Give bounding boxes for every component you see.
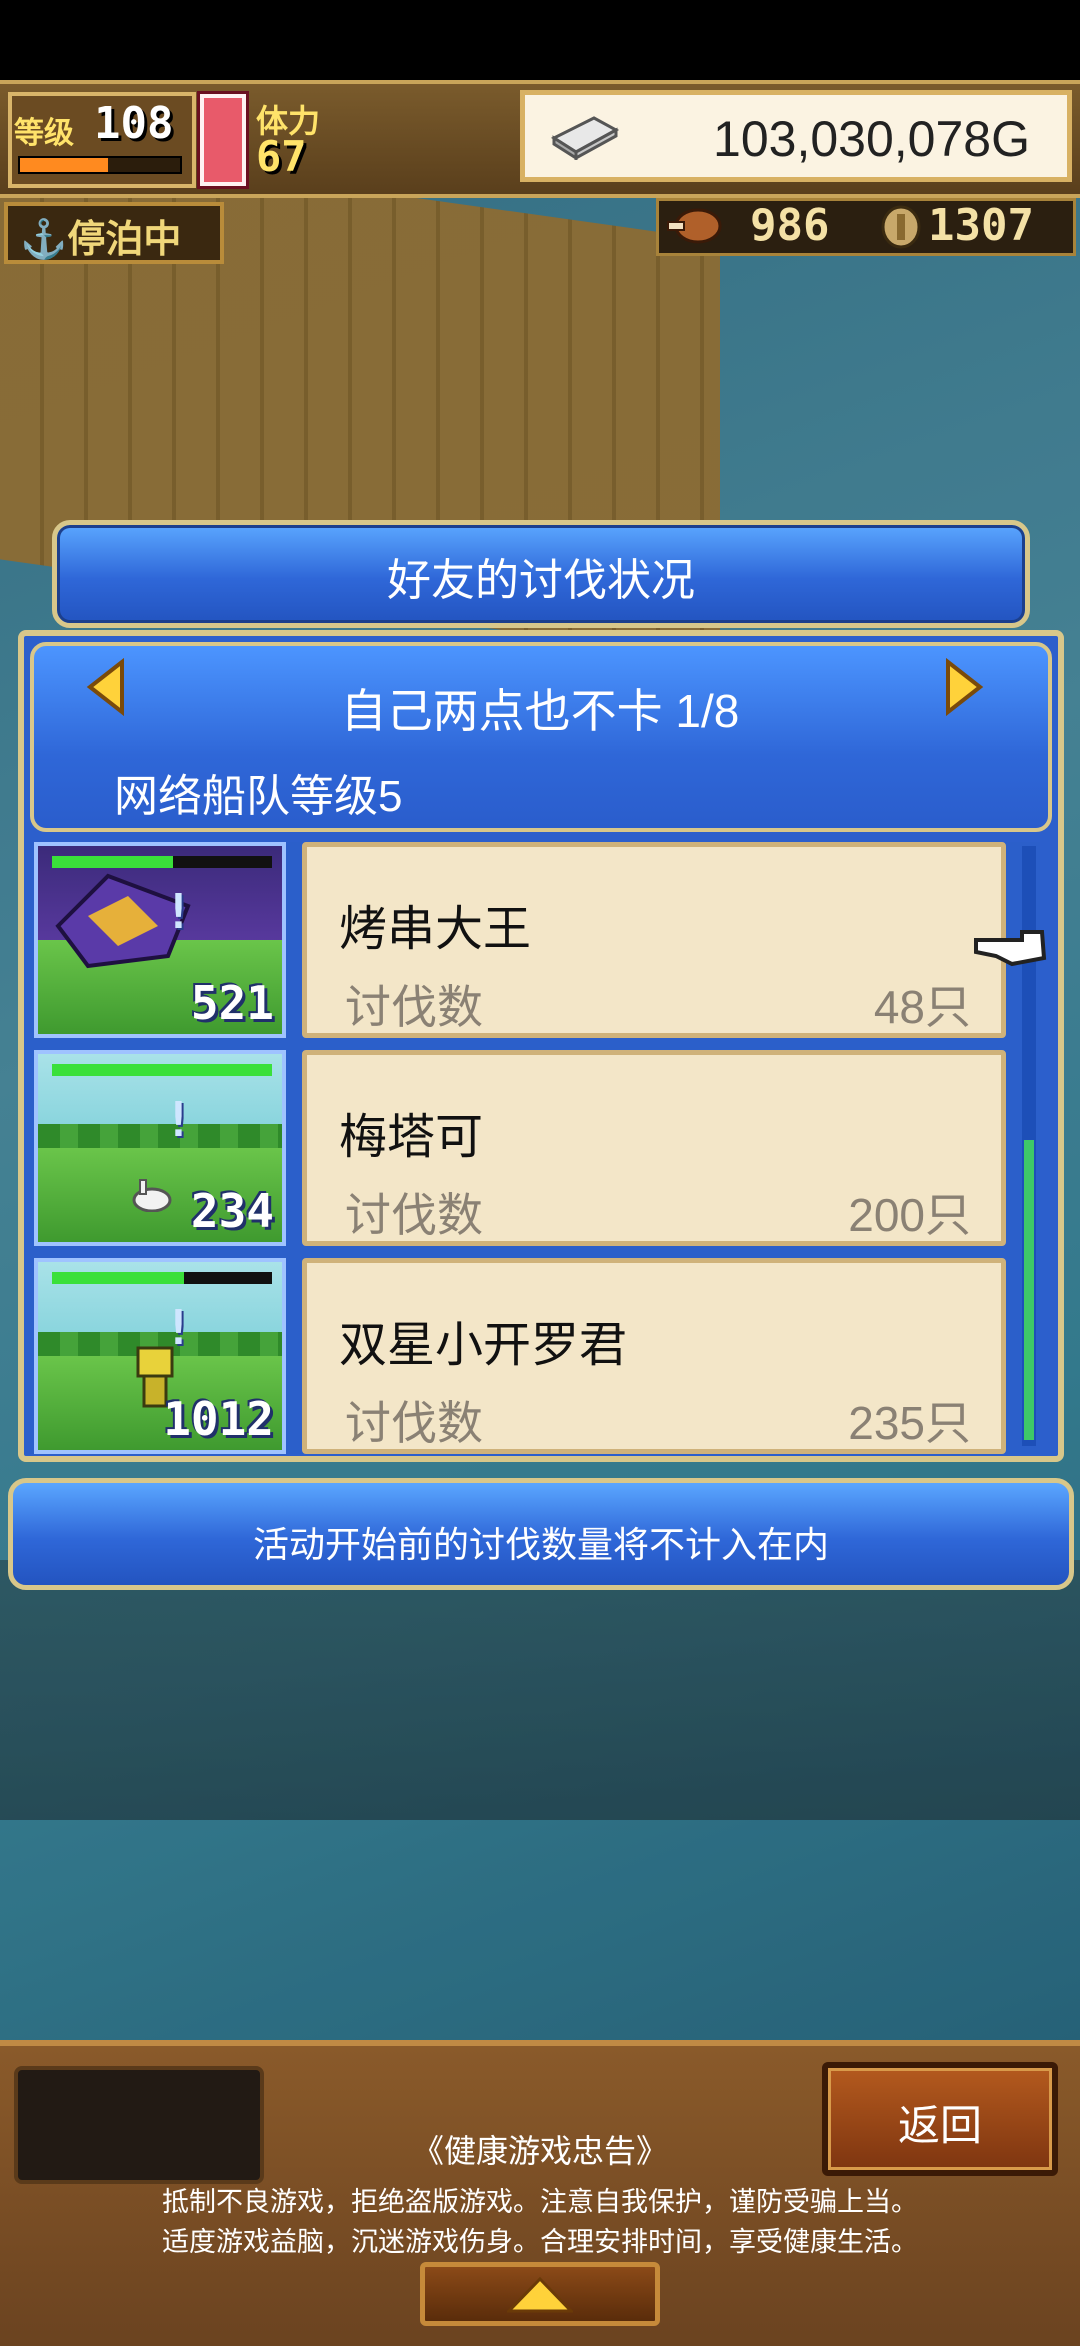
level-label: 等级 — [14, 116, 74, 151]
kill-count-label: 讨伐数 — [345, 1397, 483, 1449]
monster-hp-bar — [52, 856, 272, 868]
health-advice-line-2: 适度游戏益脑，沉迷游戏伤身。合理安排时间，享受健康生活。 — [162, 2227, 918, 2257]
friend-card[interactable]: 梅塔可 讨伐数 200只 — [302, 1050, 1006, 1246]
arrow-right-icon[interactable] — [944, 658, 984, 716]
kill-count-label: 讨伐数 — [345, 981, 483, 1033]
dock-status-label: ⚓停泊中 — [20, 219, 182, 261]
monster-hp-fill — [52, 1272, 184, 1284]
kill-count-value: 235只 — [848, 1397, 971, 1449]
friend-card[interactable]: 烤串大王 讨伐数 48只 — [302, 842, 1006, 1038]
notice-text: 活动开始前的讨伐数量将不计入在内 — [252, 1524, 829, 1565]
list-item[interactable]: ! 234 梅塔可 讨伐数 200只 — [30, 1050, 1030, 1250]
damage-number: 521 — [190, 976, 274, 1030]
meat-icon — [667, 208, 722, 244]
battle-thumbnail: ! 234 — [34, 1050, 286, 1246]
expand-menu-button[interactable] — [420, 2262, 660, 2326]
friend-name: 烤串大王 — [339, 903, 532, 956]
exp-bar — [18, 156, 182, 174]
battle-thumbnail: ! 1012 — [34, 1258, 286, 1454]
damage-number: 234 — [190, 1184, 274, 1238]
stamina-gauge — [200, 94, 246, 186]
wood-count: 1307 — [928, 200, 1034, 251]
kill-count-label: 讨伐数 — [345, 1189, 483, 1241]
up-triangle-icon — [507, 2277, 573, 2313]
kill-count-value: 200只 — [848, 1189, 971, 1241]
scrollbar-thumb[interactable] — [1024, 1140, 1034, 1440]
friend-card[interactable]: 双星小开罗君 讨伐数 235只 — [302, 1258, 1006, 1454]
fleet-level: 网络船队等级5 — [114, 772, 403, 821]
alert-mark: ! — [164, 1300, 193, 1356]
silver-bar-icon — [550, 116, 620, 160]
battle-thumbnail: ! 521 — [34, 842, 286, 1038]
arrow-left-icon[interactable] — [86, 658, 126, 716]
list-item[interactable]: ! 521 烤串大王 讨伐数 48只 — [30, 842, 1030, 1042]
pointing-hand-icon — [974, 930, 1047, 967]
friend-name: 梅塔可 — [339, 1111, 484, 1164]
friend-name-page: 自己两点也不卡 1/8 — [340, 685, 740, 737]
friend-list[interactable]: ! 521 烤串大王 讨伐数 48只 ! 234 梅塔可 讨伐数 200只 ! … — [30, 842, 1040, 1454]
health-advice-title: 《健康游戏忠告》 — [411, 2133, 668, 2169]
stamina-value: 67 — [256, 132, 307, 181]
monster-hp-bar — [52, 1064, 272, 1076]
exp-bar-fill — [20, 158, 108, 172]
food-count: 986 — [750, 200, 830, 251]
status-strip — [0, 0, 1080, 80]
rabbit-monster-icon — [132, 1179, 172, 1212]
level-value: 108 — [94, 98, 174, 149]
kill-count-value: 48只 — [873, 981, 971, 1033]
gold-amount: 103,030,078G — [713, 111, 1030, 167]
monster-hp-bar — [52, 1272, 272, 1284]
friend-name: 双星小开罗君 — [339, 1319, 628, 1372]
monster-hp-fill — [52, 856, 173, 868]
health-advice-line-1: 抵制不良游戏，拒绝盗版游戏。注意自我保护，谨防受骗上当。 — [162, 2187, 918, 2217]
anchor-icon: ⚓ — [20, 219, 68, 261]
monster-hp-fill — [52, 1064, 272, 1076]
damage-number: 1012 — [163, 1392, 274, 1446]
wood-coin-icon — [881, 205, 921, 249]
list-item[interactable]: ! 1012 双星小开罗君 讨伐数 235只 — [30, 1258, 1030, 1458]
dialog-title: 好友的讨伐状况 — [387, 556, 695, 605]
alert-mark: ! — [164, 884, 193, 940]
alert-mark: ! — [164, 1092, 193, 1148]
